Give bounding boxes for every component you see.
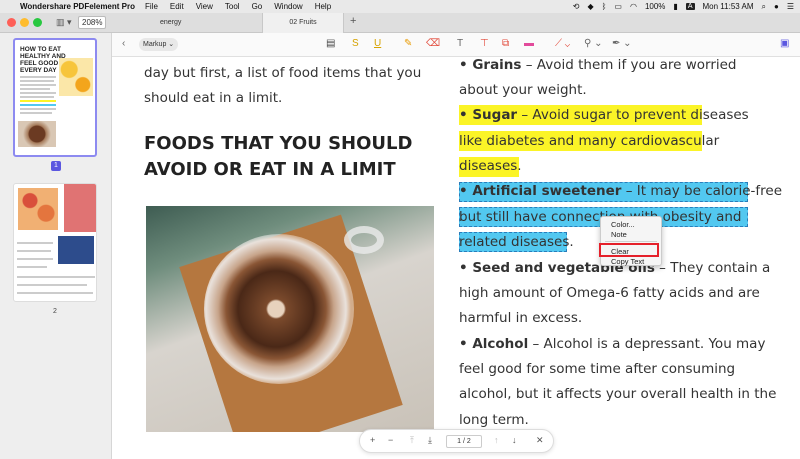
first-page-icon[interactable]: ⤒ xyxy=(410,435,414,446)
list-item-artificial-sweetener: • Artificial sweetener – It may be calor… xyxy=(459,183,783,199)
eraser-icon[interactable]: ⌫ xyxy=(426,38,440,49)
body-text-line: day but first, a list of food items that… xyxy=(144,65,422,81)
section-heading: FOODS THAT YOU SHOULD xyxy=(144,133,413,154)
note-icon[interactable]: ▬ xyxy=(524,38,534,49)
underline-icon[interactable]: U xyxy=(374,38,381,49)
close-pagebar-icon[interactable]: ✕ xyxy=(536,435,544,446)
document-canvas[interactable]: day but first, a list of food items that… xyxy=(112,57,800,459)
next-page-icon[interactable]: ↓ xyxy=(512,435,517,445)
shape-icon[interactable]: ⟋ ⌄ xyxy=(555,38,570,49)
list-item-grains: • Grains – Avoid them if you are worried xyxy=(459,57,737,73)
pencil-icon[interactable]: ✎ xyxy=(404,38,412,49)
page-number-input[interactable]: 1 / 2 xyxy=(446,435,482,448)
page-number-1: 1 xyxy=(51,161,61,171)
body-text-line: should eat in a limit. xyxy=(144,90,283,106)
body-text-line: long term. xyxy=(459,412,529,428)
menu-tool[interactable]: Tool xyxy=(225,2,240,11)
zoom-in-icon[interactable]: + xyxy=(370,435,375,445)
stamp-icon[interactable]: ⚲ ⌄ xyxy=(584,38,602,49)
zoom-window-button[interactable] xyxy=(33,18,42,27)
thumbnail-blueberry-image xyxy=(58,236,94,264)
close-window-button[interactable] xyxy=(7,18,16,27)
siri-icon[interactable]: ● xyxy=(774,2,779,11)
menu-window[interactable]: Window xyxy=(274,2,302,11)
text-icon[interactable]: T xyxy=(457,38,463,49)
thumbnail-citrus-image xyxy=(18,188,58,230)
coffee-cup-photo xyxy=(146,206,434,432)
previous-page-icon[interactable]: ↑ xyxy=(494,435,499,445)
callout-icon[interactable]: ⧉ xyxy=(502,38,509,49)
body-text-line: related diseases. xyxy=(459,234,574,250)
list-item-sugar: • Sugar – Avoid sugar to prevent disease… xyxy=(459,107,749,123)
strikethrough-icon[interactable]: S xyxy=(352,38,359,49)
menu-item-note[interactable]: Note xyxy=(611,230,627,239)
airplay-icon[interactable]: ▭ xyxy=(614,2,622,11)
total-pages: 2 xyxy=(466,438,471,445)
list-item-alcohol: • Alcohol – Alcohol is a depressant. You… xyxy=(459,336,766,352)
page-navigation-bar: + − ⤒ ⤓ 1 / 2 ↑ ↓ ✕ xyxy=(359,429,554,453)
page-thumbnail-1[interactable]: HOW TO EAT HEALTHY AND FEEL GOOD EVERY D… xyxy=(13,38,97,157)
menu-edit[interactable]: Edit xyxy=(170,2,184,11)
menu-go[interactable]: Go xyxy=(252,2,263,11)
body-text-line: like diabetes and many cardiovascular xyxy=(459,133,720,149)
menu-view[interactable]: View xyxy=(196,2,213,11)
app-name-menu[interactable]: Wondershare PDFelement Pro xyxy=(20,2,135,11)
body-text-line: diseases. xyxy=(459,158,522,174)
signature-icon[interactable]: ✒ ⌄ xyxy=(612,38,632,49)
highlight-icon[interactable]: ▤ xyxy=(326,38,335,49)
tab-02-fruits[interactable]: 02 Fruits xyxy=(262,13,344,33)
add-tab-button[interactable]: + xyxy=(350,15,356,27)
menu-item-copy-text[interactable]: Copy Text xyxy=(611,257,644,266)
bluetooth-icon[interactable]: ᛒ xyxy=(602,2,607,11)
clear-annotation-box xyxy=(599,243,659,257)
panel-icon[interactable]: ▣ xyxy=(780,38,789,49)
thumbnail-pink-block xyxy=(64,184,96,232)
thumbnail-coffee-image xyxy=(18,121,56,147)
window-tabbar: ▥ ▾ 208% energy 02 Fruits + xyxy=(0,13,800,33)
page-thumbnail-2[interactable] xyxy=(13,183,97,302)
sync-icon[interactable]: ⟲ xyxy=(573,2,580,11)
body-text-line: harmful in excess. xyxy=(459,310,583,326)
highlight-context-menu: Color... Note Clear Copy Text xyxy=(600,216,662,266)
window-controls xyxy=(7,18,42,27)
battery-icon[interactable]: ▮ xyxy=(673,2,677,11)
minimize-window-button[interactable] xyxy=(20,18,29,27)
spotlight-icon[interactable]: ⌕ xyxy=(762,2,766,12)
page-separator: / xyxy=(463,438,465,445)
textbox-icon[interactable]: ⊤ xyxy=(480,38,489,49)
back-icon[interactable]: ‹ xyxy=(122,38,125,49)
menu-help[interactable]: Help xyxy=(315,2,331,11)
markup-toolbar: ‹ Markup ⌄ ▤ S U ✎ ⌫ T ⊤ ⧉ ▬ ⟋ ⌄ ⚲ ⌄ ✒ ⌄… xyxy=(112,33,800,57)
last-page-icon[interactable]: ⤓ xyxy=(428,435,432,446)
page-number-2: 2 xyxy=(53,308,57,315)
status-area: ⟲ ◆ ᛒ ▭ ◠ 100% ▮ A Mon 11:53 AM ⌕ ● ☰ xyxy=(573,0,794,13)
zoom-out-icon[interactable]: − xyxy=(388,435,393,445)
body-text-line: feel good for some time after consuming xyxy=(459,361,736,377)
page-thumbnails-panel: HOW TO EAT HEALTHY AND FEEL GOOD EVERY D… xyxy=(0,33,112,459)
zoom-level-select[interactable]: 208% xyxy=(78,16,106,29)
tab-energy[interactable]: energy xyxy=(112,13,262,33)
battery-percent: 100% xyxy=(644,2,666,11)
clock[interactable]: Mon 11:53 AM xyxy=(703,2,754,11)
notification-center-icon[interactable]: ☰ xyxy=(787,2,794,11)
markup-mode-select[interactable]: Markup ⌄ xyxy=(139,38,179,51)
body-text-line: alcohol, but it affects your overall hea… xyxy=(459,386,777,402)
menu-separator xyxy=(605,241,657,242)
thumbnail-fruit-image xyxy=(59,58,93,96)
body-text-line: high amount of Omega-6 fatty acids and a… xyxy=(459,285,760,301)
menu-item-color[interactable]: Color... xyxy=(611,220,635,229)
input-method-indicator[interactable]: A xyxy=(685,3,695,10)
markup-label: Markup xyxy=(143,41,167,48)
body-text-line: about your weight. xyxy=(459,82,587,98)
current-page: 1 xyxy=(457,438,462,445)
wifi-icon[interactable]: ◠ xyxy=(630,2,637,11)
dropbox-icon[interactable]: ◆ xyxy=(587,2,593,11)
sidebar-toggle-icon[interactable]: ▥ ▾ xyxy=(56,17,72,28)
section-heading: AVOID OR EAT IN A LIMIT xyxy=(144,159,396,180)
menu-file[interactable]: File xyxy=(145,2,158,11)
mac-menubar: Wondershare PDFelement Pro File Edit Vie… xyxy=(0,0,800,13)
